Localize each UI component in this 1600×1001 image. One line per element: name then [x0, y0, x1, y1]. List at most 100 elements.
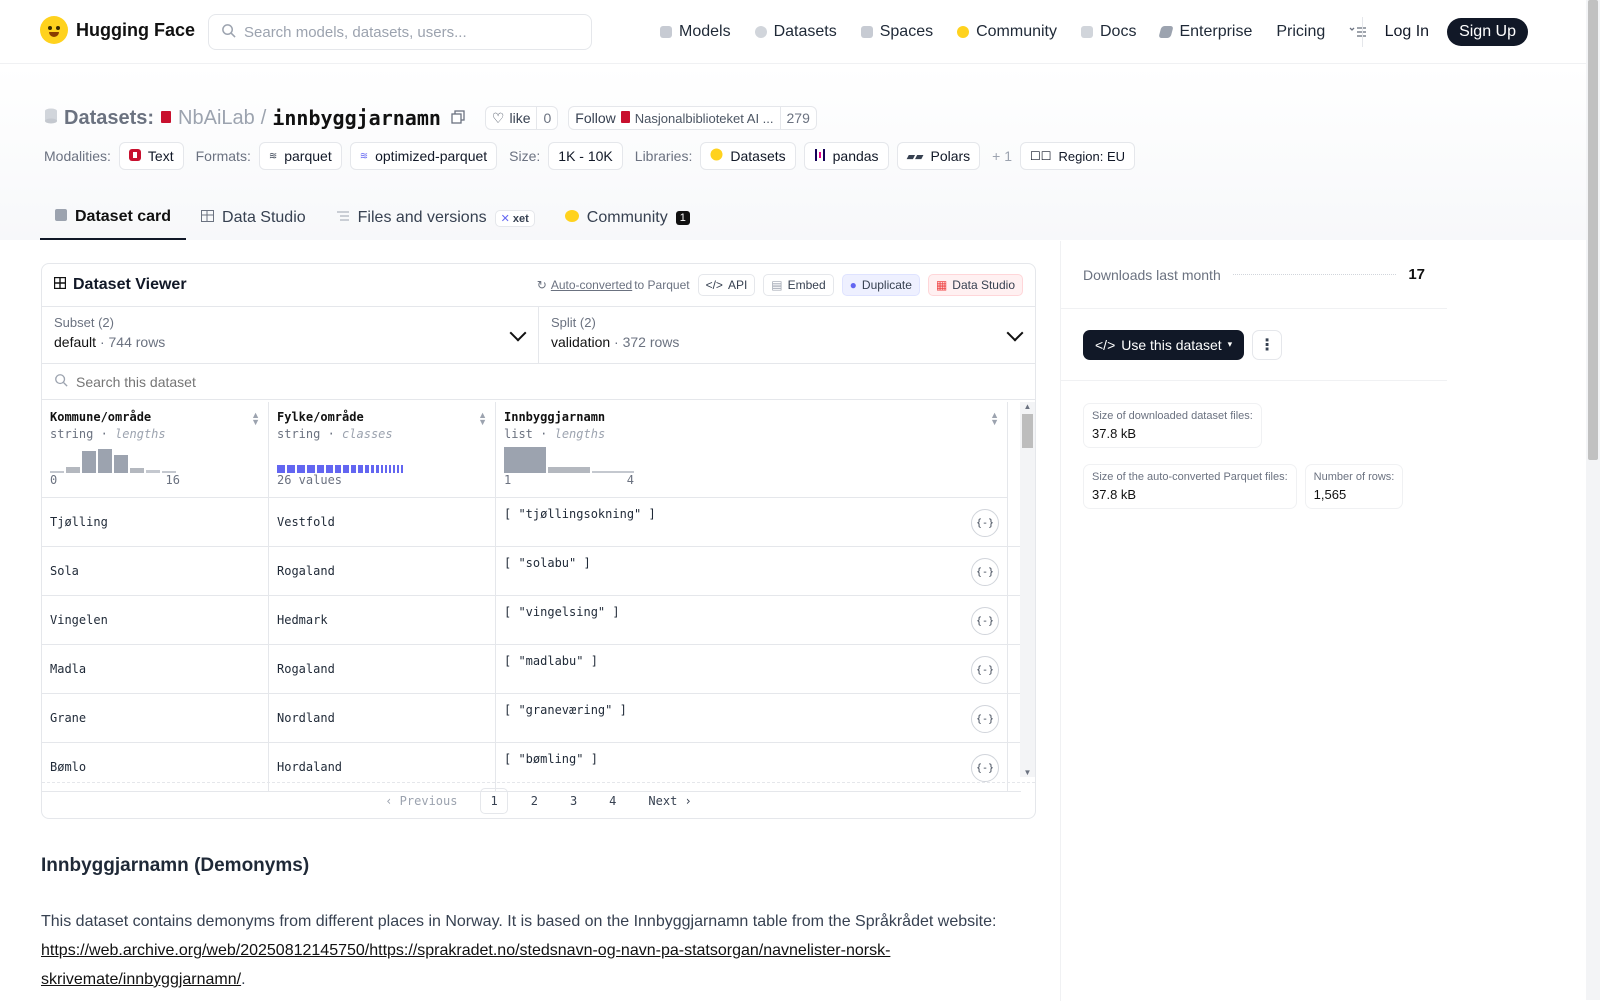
nav-pricing-label: Pricing — [1276, 23, 1326, 40]
org-avatar-icon — [160, 107, 172, 130]
tag-datasets-lib[interactable]: Datasets — [700, 142, 796, 170]
column-header-fylke[interactable]: Fylke/område string · classes ▲ ▼ 26 valu… — [269, 402, 496, 498]
prev-page-button[interactable]: ‹ Previous — [376, 789, 466, 813]
owner-link[interactable]: NbAiLab — [178, 107, 255, 130]
nav-models[interactable]: Models — [660, 23, 731, 41]
follow-button[interactable]: Follow Nasjonalbiblioteket AI ... 279 — [568, 106, 817, 130]
hist-min: 0 — [50, 473, 58, 487]
viewer-search-input[interactable] — [76, 373, 476, 390]
sort-icon[interactable]: ▲ ▼ — [478, 411, 487, 427]
tab-files[interactable]: Files and versions ✕ xet — [321, 196, 550, 240]
tab-data-studio[interactable]: Data Studio — [186, 196, 321, 240]
json-view-icon[interactable]: {-} — [971, 607, 999, 635]
nav-spaces-label: Spaces — [879, 23, 934, 40]
use-dataset-button[interactable]: </> Use this dataset ▾ — [1083, 329, 1245, 360]
table-row[interactable]: Sola Rogaland[ "solabu" ] {-} — [42, 547, 1021, 596]
tag-polars-lib[interactable]: ▰▰ Polars — [896, 142, 981, 170]
auth-links: Log In Sign Up — [1361, 17, 1528, 47]
tag-pandas-lib[interactable]: pandas — [803, 142, 889, 170]
tab-dataset-card[interactable]: Dataset card — [40, 196, 187, 240]
more-options-button[interactable]: ⋮ — [1252, 329, 1283, 360]
refresh-icon: ↻ — [536, 278, 547, 292]
duplicate-button[interactable]: ● Duplicate — [841, 274, 920, 296]
table-cell: [ "graneværing" ] — [496, 694, 1008, 742]
table-cell: Nordland — [269, 694, 496, 742]
split-select[interactable]: Split (2) validation · 372 rows — [539, 307, 1035, 363]
search-icon — [54, 373, 68, 390]
data-studio-button[interactable]: ▦ Data Studio — [927, 274, 1023, 296]
json-view-icon[interactable]: {-} — [971, 754, 999, 782]
tag-optimized-parquet[interactable]: ≋ optimized-parquet — [349, 142, 498, 170]
json-view-icon[interactable]: {-} — [971, 705, 999, 733]
table-row[interactable]: Madla Rogaland[ "madlabu" ] {-} — [42, 645, 1021, 694]
nav-spaces[interactable]: Spaces — [860, 23, 934, 41]
subset-select[interactable]: Subset (2) default · 744 rows — [42, 307, 539, 363]
tag-size[interactable]: 1K - 10K — [548, 142, 623, 170]
page-3-button[interactable]: 3 — [561, 789, 586, 813]
tag-text[interactable]: Text — [118, 142, 184, 170]
embed-icon: ▤ — [771, 278, 783, 292]
table-cell: [ "vingelsing" ] — [496, 596, 1008, 644]
column-stat: lengths — [554, 427, 606, 441]
downloaded-size-value: 37.8 kB — [1092, 426, 1137, 441]
nav-enterprise-label: Enterprise — [1179, 23, 1253, 40]
tab-community[interactable]: Community 1 — [550, 196, 705, 240]
table-row[interactable]: Tjølling Vestfold[ "tjøllingsokning" ] {-} — [42, 498, 1021, 547]
brand-logo[interactable]: Hugging Face — [40, 16, 195, 44]
repo-tabs: Dataset card Data Studio Files and versi… — [40, 196, 705, 240]
chevron-down-icon: ▾ — [1227, 339, 1233, 349]
table-row[interactable]: Vingelen Hedmark[ "vingelsing" ] {-} — [42, 596, 1021, 645]
sort-icon[interactable]: ▲ ▼ — [990, 411, 999, 427]
nav-datasets[interactable]: Datasets — [754, 23, 837, 41]
source-link[interactable]: https://web.archive.org/web/202508121457… — [41, 942, 890, 988]
tag-parquet-label: parquet — [284, 148, 332, 164]
nav-enterprise[interactable]: Enterprise — [1158, 23, 1253, 41]
breadcrumb: Datasets: NbAiLab / innbyggjarnamn ♡ like… — [44, 106, 817, 130]
nav-docs[interactable]: Docs — [1081, 23, 1136, 41]
table-row[interactable]: Grane Nordland[ "graneværing" ] {-} — [42, 694, 1021, 743]
table-cell: Hedmark — [269, 596, 496, 644]
tag-region[interactable]: ☐☐ Region: EU — [1020, 142, 1136, 170]
section-label[interactable]: Datasets: — [64, 107, 154, 130]
json-view-icon[interactable]: {-} — [971, 656, 999, 684]
column-name: Kommune/område — [50, 410, 152, 424]
classes-bar — [277, 465, 403, 473]
page-4-button[interactable]: 4 — [600, 789, 625, 813]
viewer-search[interactable] — [42, 364, 1035, 400]
page-1-button[interactable]: 1 — [480, 787, 508, 814]
page-2-button[interactable]: 2 — [522, 789, 547, 813]
files-icon — [336, 209, 350, 227]
like-button[interactable]: ♡ like 0 — [484, 106, 559, 130]
hist-min: 1 — [504, 473, 512, 487]
copy-icon[interactable] — [451, 107, 465, 130]
code-icon: </> — [705, 278, 723, 292]
formats-label: Formats: — [195, 148, 251, 164]
json-view-icon[interactable]: {-} — [971, 509, 999, 537]
column-header-innbyggjarnamn[interactable]: Innbyggjarnamn list · lengths ▲ ▼ 14 — [496, 402, 1008, 498]
embed-button[interactable]: ▤ Embed — [763, 274, 834, 296]
nav-community[interactable]: Community — [957, 23, 1057, 41]
login-link[interactable]: Log In — [1385, 23, 1429, 41]
global-search[interactable] — [208, 14, 592, 50]
signup-button[interactable]: Sign Up — [1447, 18, 1528, 46]
dataset-name[interactable]: innbyggjarnamn — [272, 106, 441, 130]
page-scrollbar-thumb[interactable] — [1588, 0, 1598, 460]
api-button[interactable]: </> API — [697, 274, 756, 296]
auto-converted-link[interactable]: Auto-converted — [551, 278, 632, 292]
nav-pricing[interactable]: Pricing — [1276, 23, 1325, 41]
tag-parquet[interactable]: ≋ parquet — [258, 142, 342, 170]
table-cell: Vingelen — [42, 596, 269, 644]
data-studio-icon: ▦ — [935, 278, 948, 292]
json-view-icon[interactable]: {-} — [971, 558, 999, 586]
sort-icon[interactable]: ▲ ▼ — [251, 411, 260, 427]
page-scrollbar[interactable] — [1586, 0, 1600, 1000]
more-libraries[interactable]: + 1 — [992, 148, 1012, 164]
duplicate-label: Duplicate — [861, 278, 912, 292]
column-header-kommune[interactable]: Kommune/område string · lengths ▲ ▼ 0 16 — [42, 402, 269, 498]
downloaded-size-card: Size of downloaded dataset files: 37.8 kB — [1083, 403, 1262, 448]
pandas-icon — [814, 148, 826, 165]
table-scrollbar[interactable]: ▲ ▼ — [1020, 402, 1035, 777]
search-input[interactable] — [244, 23, 574, 41]
scrollbar-thumb[interactable] — [1022, 414, 1033, 448]
next-page-button[interactable]: Next › — [639, 789, 700, 813]
